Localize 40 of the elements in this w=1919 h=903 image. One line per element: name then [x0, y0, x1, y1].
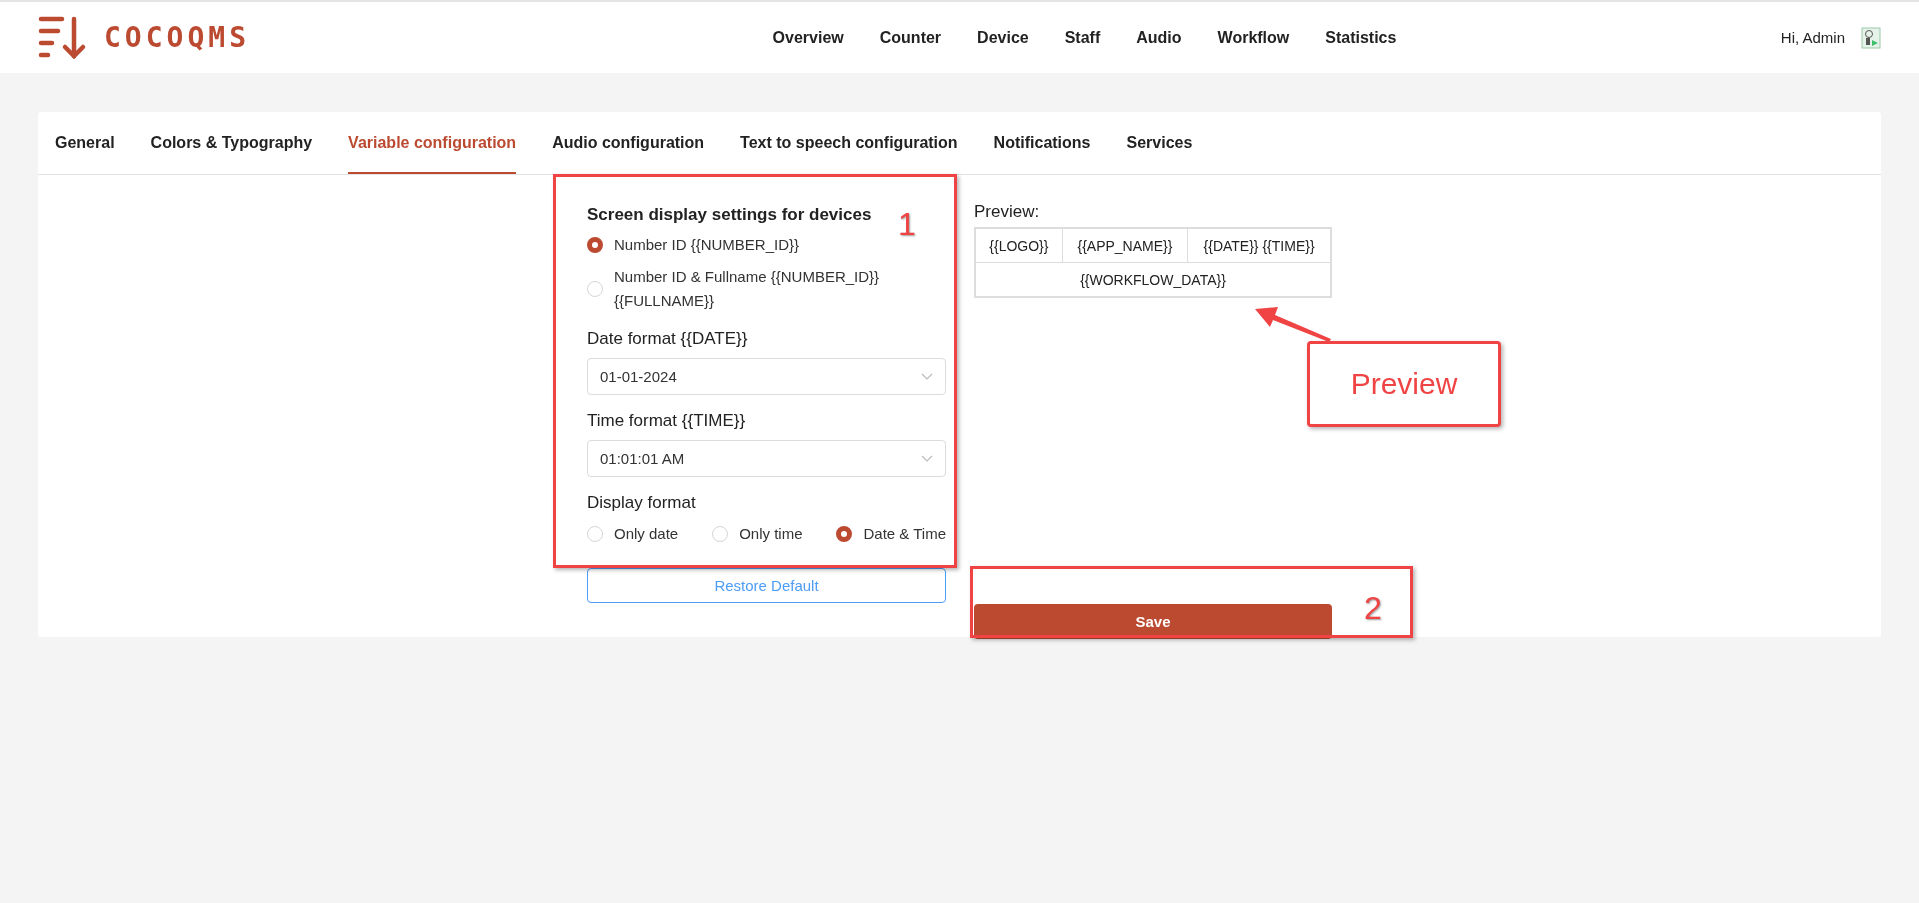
- option-label: Number ID & Fullname {{NUMBER_ID}} {{FULLNAME}}: [614, 267, 881, 311]
- settings-tab[interactable]: Variable configuration: [348, 112, 517, 174]
- field-label: Display format: [587, 493, 697, 513]
- table-cell: {{APP_NAME}}: [1062, 228, 1188, 263]
- settings-tab[interactable]: General: [55, 112, 115, 174]
- logo-icon: [38, 15, 88, 60]
- preview-label: Preview:: [974, 202, 1041, 222]
- option-label: Only time: [739, 524, 803, 544]
- option-label: Only date: [614, 524, 679, 544]
- step-number: 1: [898, 206, 916, 243]
- save-button[interactable]: Save: [974, 604, 1332, 639]
- nav-link[interactable]: Statistics: [1325, 28, 1397, 47]
- nav-link[interactable]: Staff: [1064, 28, 1101, 47]
- time-format-select[interactable]: 01:01:01 AM: [587, 440, 946, 477]
- nav-link[interactable]: Device: [977, 28, 1029, 47]
- callout-label: Preview: [1307, 341, 1501, 427]
- nav-link[interactable]: Audio: [1136, 28, 1182, 47]
- step-number: 2: [1364, 590, 1382, 627]
- user-greeting: Hi, Admin: [1780, 29, 1845, 46]
- option-label: Date & Time: [863, 524, 946, 544]
- avatar-icon[interactable]: [1861, 26, 1881, 49]
- nav-link[interactable]: Overview: [772, 28, 844, 47]
- option-label: Number ID {{NUMBER_ID}}: [614, 235, 800, 255]
- section-heading: Screen display settings for devices: [587, 205, 872, 225]
- chevron-icon: [921, 455, 933, 462]
- nav-link[interactable]: Counter: [879, 28, 942, 47]
- table-cell: {{LOGO}}: [975, 228, 1063, 263]
- nav-link[interactable]: Workflow: [1217, 28, 1290, 47]
- settings-tab[interactable]: Services: [1126, 112, 1193, 174]
- radio-button[interactable]: [587, 237, 603, 253]
- date-format-select[interactable]: 01-01-2024: [587, 358, 946, 395]
- brand-name: COCOQMS: [104, 21, 250, 54]
- settings-tab[interactable]: Text to speech configuration: [740, 112, 958, 174]
- radio-button[interactable]: [836, 526, 853, 542]
- chevron-icon: [921, 373, 933, 380]
- settings-tab[interactable]: Colors & Typography: [150, 112, 313, 174]
- field-label: Time format {{TIME}}: [587, 411, 747, 431]
- settings-tab[interactable]: Audio configuration: [552, 112, 705, 174]
- field-label: Date format {{DATE}}: [587, 329, 749, 349]
- settings-tab[interactable]: Notifications: [993, 112, 1091, 174]
